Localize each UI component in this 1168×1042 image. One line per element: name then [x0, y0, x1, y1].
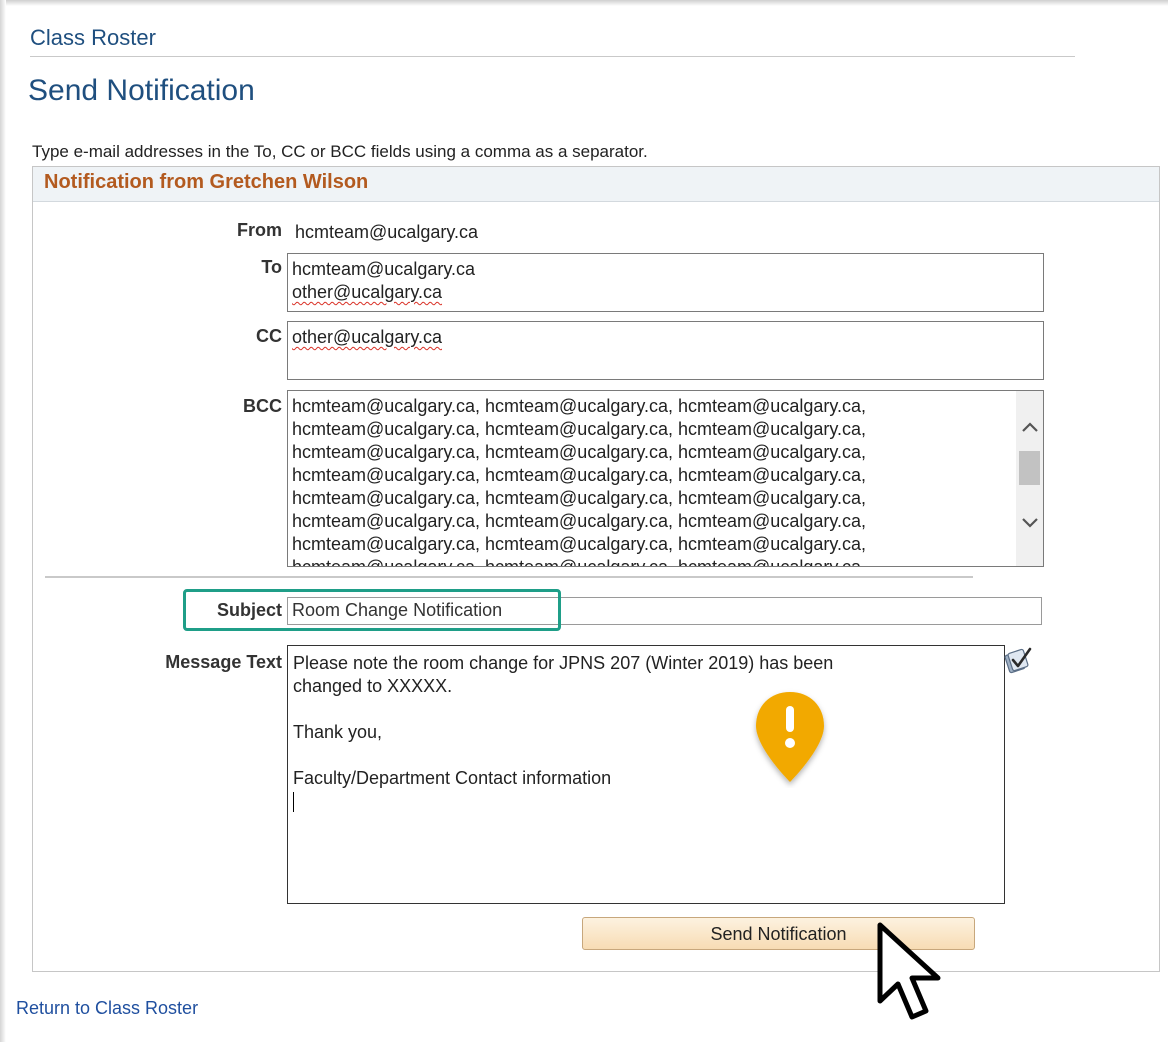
- group-header: Notification from Gretchen Wilson: [33, 167, 1159, 202]
- frame-shadow-left: [0, 0, 6, 1042]
- section-divider: [45, 576, 973, 578]
- bcc-line: hcmteam@ucalgary.ca, hcmteam@ucalgary.ca…: [292, 396, 867, 416]
- to-line: other@ucalgary.ca: [292, 281, 1039, 304]
- instructions-text: Type e-mail addresses in the To, CC or B…: [32, 142, 648, 161]
- chevron-up-icon[interactable]: [1016, 413, 1043, 441]
- bcc-line: hcmteam@ucalgary.ca, hcmteam@ucalgary.ca…: [292, 557, 867, 567]
- breadcrumb-rule: [30, 56, 1075, 57]
- message-line: Thank you,: [293, 722, 383, 742]
- bcc-line: hcmteam@ucalgary.ca, hcmteam@ucalgary.ca…: [292, 534, 867, 554]
- cc-field[interactable]: other@ucalgary.ca: [287, 321, 1044, 380]
- cc-line-text: other@ucalgary.ca: [292, 327, 443, 347]
- from-label: From: [237, 220, 282, 240]
- bcc-line: hcmteam@ucalgary.ca, hcmteam@ucalgary.ca…: [292, 419, 867, 439]
- cc-label: CC: [256, 326, 282, 346]
- breadcrumb: Class Roster: [30, 25, 156, 50]
- message-line: changed to XXXXX.: [293, 676, 453, 696]
- to-field[interactable]: hcmteam@ucalgary.ca other@ucalgary.ca: [287, 253, 1044, 312]
- group-title: Notification from Gretchen Wilson: [44, 171, 369, 193]
- subject-highlight-box: [183, 589, 561, 631]
- message-textarea[interactable]: Please note the room change for JPNS 207…: [287, 645, 1005, 904]
- bcc-line: hcmteam@ucalgary.ca, hcmteam@ucalgary.ca…: [292, 465, 867, 485]
- text-caret: [293, 790, 999, 813]
- bcc-line: hcmteam@ucalgary.ca, hcmteam@ucalgary.ca…: [292, 442, 867, 462]
- page-title: Send Notification: [28, 74, 255, 107]
- message-line: Faculty/Department Contact information: [293, 768, 612, 788]
- message-line: Please note the room change for JPNS 207…: [293, 653, 834, 673]
- cc-line: other@ucalgary.ca: [292, 326, 1039, 349]
- message-label: Message Text: [165, 652, 282, 672]
- mouse-pointer-icon: [872, 921, 952, 1036]
- bcc-scrollbar[interactable]: [1016, 391, 1043, 566]
- alert-pin-icon: [750, 688, 830, 788]
- to-label: To: [261, 257, 282, 277]
- return-to-class-roster-link[interactable]: Return to Class Roster: [16, 998, 198, 1019]
- bcc-line: hcmteam@ucalgary.ca, hcmteam@ucalgary.ca…: [292, 488, 867, 508]
- spell-check-icon[interactable]: [1004, 645, 1034, 675]
- bcc-label: BCC: [243, 396, 282, 416]
- to-line-text: other@ucalgary.ca: [292, 282, 443, 302]
- from-value: hcmteam@ucalgary.ca: [295, 222, 479, 242]
- frame-shadow-top: [0, 0, 1168, 6]
- to-line: hcmteam@ucalgary.ca: [292, 259, 476, 279]
- bcc-field[interactable]: hcmteam@ucalgary.ca, hcmteam@ucalgary.ca…: [287, 390, 1044, 567]
- scroll-thumb[interactable]: [1019, 451, 1040, 485]
- chevron-down-icon[interactable]: [1016, 509, 1043, 537]
- bcc-line: hcmteam@ucalgary.ca, hcmteam@ucalgary.ca…: [292, 511, 867, 531]
- caret: [293, 792, 294, 813]
